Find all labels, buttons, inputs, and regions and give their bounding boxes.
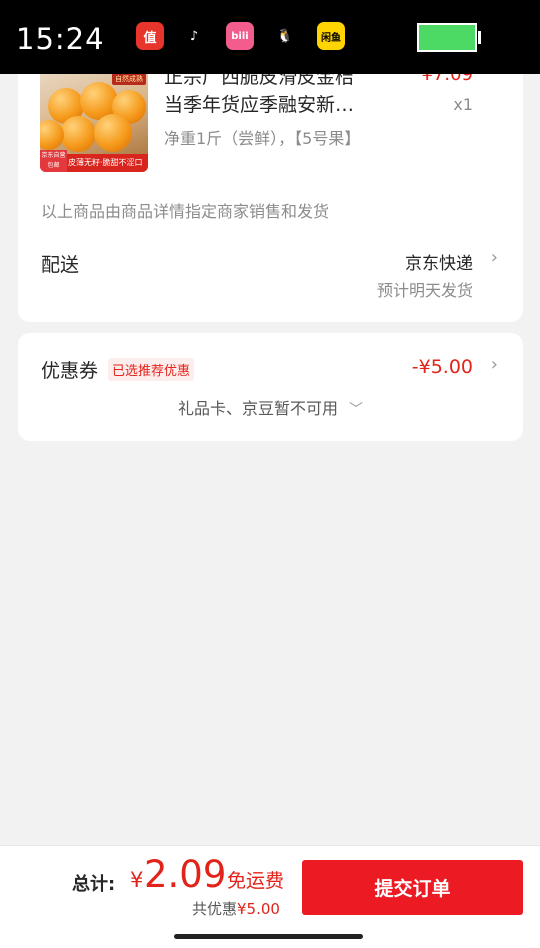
xianyu-icon: 闲鱼 (317, 22, 345, 50)
discount-summary: 共优惠¥5.00 (192, 898, 280, 919)
checkout-bar: 总计: ¥ 2.09 免运费 共优惠¥5.00 提交订单 (0, 845, 540, 948)
coupon-value[interactable]: -¥5.00 (412, 356, 473, 378)
tiktok-icon: ♪ (180, 22, 208, 50)
status-bar: 15:24 值 ♪ bili 🐧 闲鱼 (0, 0, 540, 74)
shipping-label: 配送 (41, 254, 80, 276)
free-shipping-label: 免运费 (227, 870, 285, 892)
total-currency: ¥ (130, 868, 144, 892)
discount-amount: ¥5.00 (237, 900, 280, 918)
shipping-method[interactable]: 京东快递 (405, 249, 473, 274)
battery-icon (417, 23, 477, 52)
battery-tip (478, 31, 481, 44)
chevron-down-icon[interactable]: ﹀ (349, 402, 363, 418)
product-thumbnail[interactable]: 自然成熟 皮薄无籽·脆甜不涩口 京东自营 包邮 (40, 70, 148, 172)
thumb-badge: 自然成熟 (112, 73, 146, 85)
chevron-right-icon[interactable]: › (491, 354, 498, 375)
coupon-tag: 已选推荐优惠 (108, 358, 195, 381)
seller-note: 以上商品由商品详情指定商家销售和发货 (41, 202, 330, 221)
coupon-note[interactable]: 礼品卡、京豆暂不可用 ﹀ (18, 395, 523, 419)
status-time: 15:24 (16, 22, 105, 56)
coupon-label: 优惠券 (41, 360, 99, 382)
product-title-line2[interactable]: 当季年货应季融安新… (164, 90, 374, 117)
product-quantity: x1 (453, 95, 473, 114)
product-spec: 净重1斤（尝鲜），【5号果】 (164, 129, 361, 148)
qq-icon: 🐧 (271, 22, 299, 50)
order-items-card: 自然成熟 皮薄无籽·脆甜不涩口 京东自营 包邮 正宗广西脆皮滑皮金桔 当季年货应… (18, 40, 523, 322)
shipping-eta: 预计明天发货 (376, 281, 473, 300)
total-amount: 2.09 (144, 853, 227, 896)
discount-prefix: 共优惠 (192, 900, 238, 918)
bilibili-icon: bili (226, 22, 254, 50)
chevron-right-icon[interactable]: › (491, 247, 498, 268)
smzdm-icon: 值 (136, 22, 164, 50)
coupon-note-text: 礼品卡、京豆暂不可用 (177, 399, 338, 418)
thumb-tag: 京东自营 包邮 (40, 150, 67, 172)
coupon-card[interactable]: 优惠券 已选推荐优惠 -¥5.00 › 礼品卡、京豆暂不可用 ﹀ (18, 333, 523, 441)
submit-order-button[interactable]: 提交订单 (302, 860, 523, 915)
home-indicator[interactable] (174, 934, 363, 939)
total-label: 总计: (72, 874, 116, 895)
